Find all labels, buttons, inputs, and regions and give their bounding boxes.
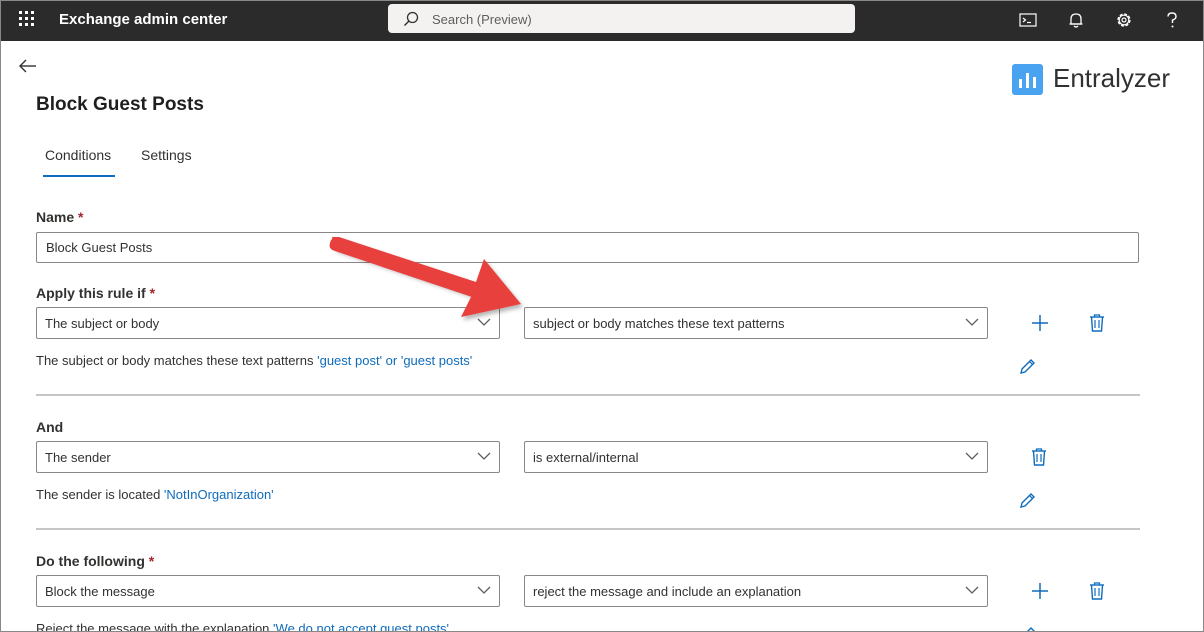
- sender-location-link[interactable]: 'NotInOrganization': [164, 487, 274, 502]
- waffle-icon[interactable]: [19, 11, 37, 29]
- explanation-link[interactable]: 'We do not accept guest posts': [273, 621, 449, 631]
- apply-rule-label: Apply this rule if *: [36, 285, 156, 301]
- chevron-down-icon: [965, 452, 979, 460]
- action-detail-dropdown[interactable]: reject the message and include an explan…: [524, 575, 988, 607]
- edit-pencil-icon[interactable]: [1018, 491, 1037, 510]
- name-label: Name *: [36, 209, 84, 225]
- action-dropdown[interactable]: Block the message: [36, 575, 500, 607]
- tab-conditions[interactable]: Conditions: [45, 147, 111, 163]
- search-box[interactable]: [388, 4, 855, 33]
- and-label: And: [36, 419, 64, 435]
- rule-name-field[interactable]: Block Guest Posts: [36, 232, 1139, 263]
- delete-condition-icon[interactable]: [1030, 447, 1048, 467]
- search-icon: [404, 11, 419, 26]
- active-tab-indicator: [43, 175, 115, 177]
- do-following-label: Do the following *: [36, 553, 155, 569]
- apply-patterns-link[interactable]: 'guest post' or 'guest posts': [317, 353, 472, 368]
- gear-icon[interactable]: [1113, 9, 1135, 31]
- and-property-dropdown[interactable]: The sender: [36, 441, 500, 473]
- brand-name: Entralyzer: [1053, 63, 1171, 93]
- apply-condition-dropdown[interactable]: subject or body matches these text patte…: [524, 307, 988, 339]
- terminal-icon[interactable]: [1017, 9, 1039, 31]
- chevron-down-icon: [965, 318, 979, 326]
- chevron-down-icon: [965, 586, 979, 594]
- back-arrow-icon[interactable]: [18, 56, 38, 76]
- edit-pencil-icon[interactable]: [1018, 625, 1037, 632]
- chevron-down-icon: [477, 452, 491, 460]
- apply-description: The subject or body matches these text p…: [36, 353, 473, 368]
- chevron-down-icon: [477, 586, 491, 594]
- search-input[interactable]: [430, 9, 834, 29]
- delete-condition-icon[interactable]: [1088, 313, 1106, 333]
- chevron-down-icon: [477, 318, 491, 326]
- help-icon[interactable]: [1161, 9, 1183, 31]
- top-bar: Exchange admin center: [1, 1, 1203, 41]
- page-title: Block Guest Posts: [36, 94, 204, 115]
- chart-logo-icon: [1012, 64, 1043, 95]
- edit-pencil-icon[interactable]: [1018, 357, 1037, 376]
- add-action-icon[interactable]: [1030, 581, 1050, 601]
- section-divider: [36, 528, 1140, 530]
- app-title[interactable]: Exchange admin center: [59, 11, 227, 28]
- add-condition-icon[interactable]: [1030, 313, 1050, 333]
- tab-settings[interactable]: Settings: [141, 147, 192, 163]
- and-description: The sender is located 'NotInOrganization…: [36, 487, 274, 502]
- app-window: Exchange admin center Search (Preview) E…: [0, 0, 1204, 632]
- action-description: Reject the message with the explanation …: [36, 621, 449, 631]
- and-condition-dropdown[interactable]: is external/internal: [524, 441, 988, 473]
- delete-action-icon[interactable]: [1088, 581, 1106, 601]
- apply-property-dropdown[interactable]: The subject or body: [36, 307, 500, 339]
- bell-icon[interactable]: [1065, 9, 1087, 31]
- section-divider: [36, 394, 1140, 396]
